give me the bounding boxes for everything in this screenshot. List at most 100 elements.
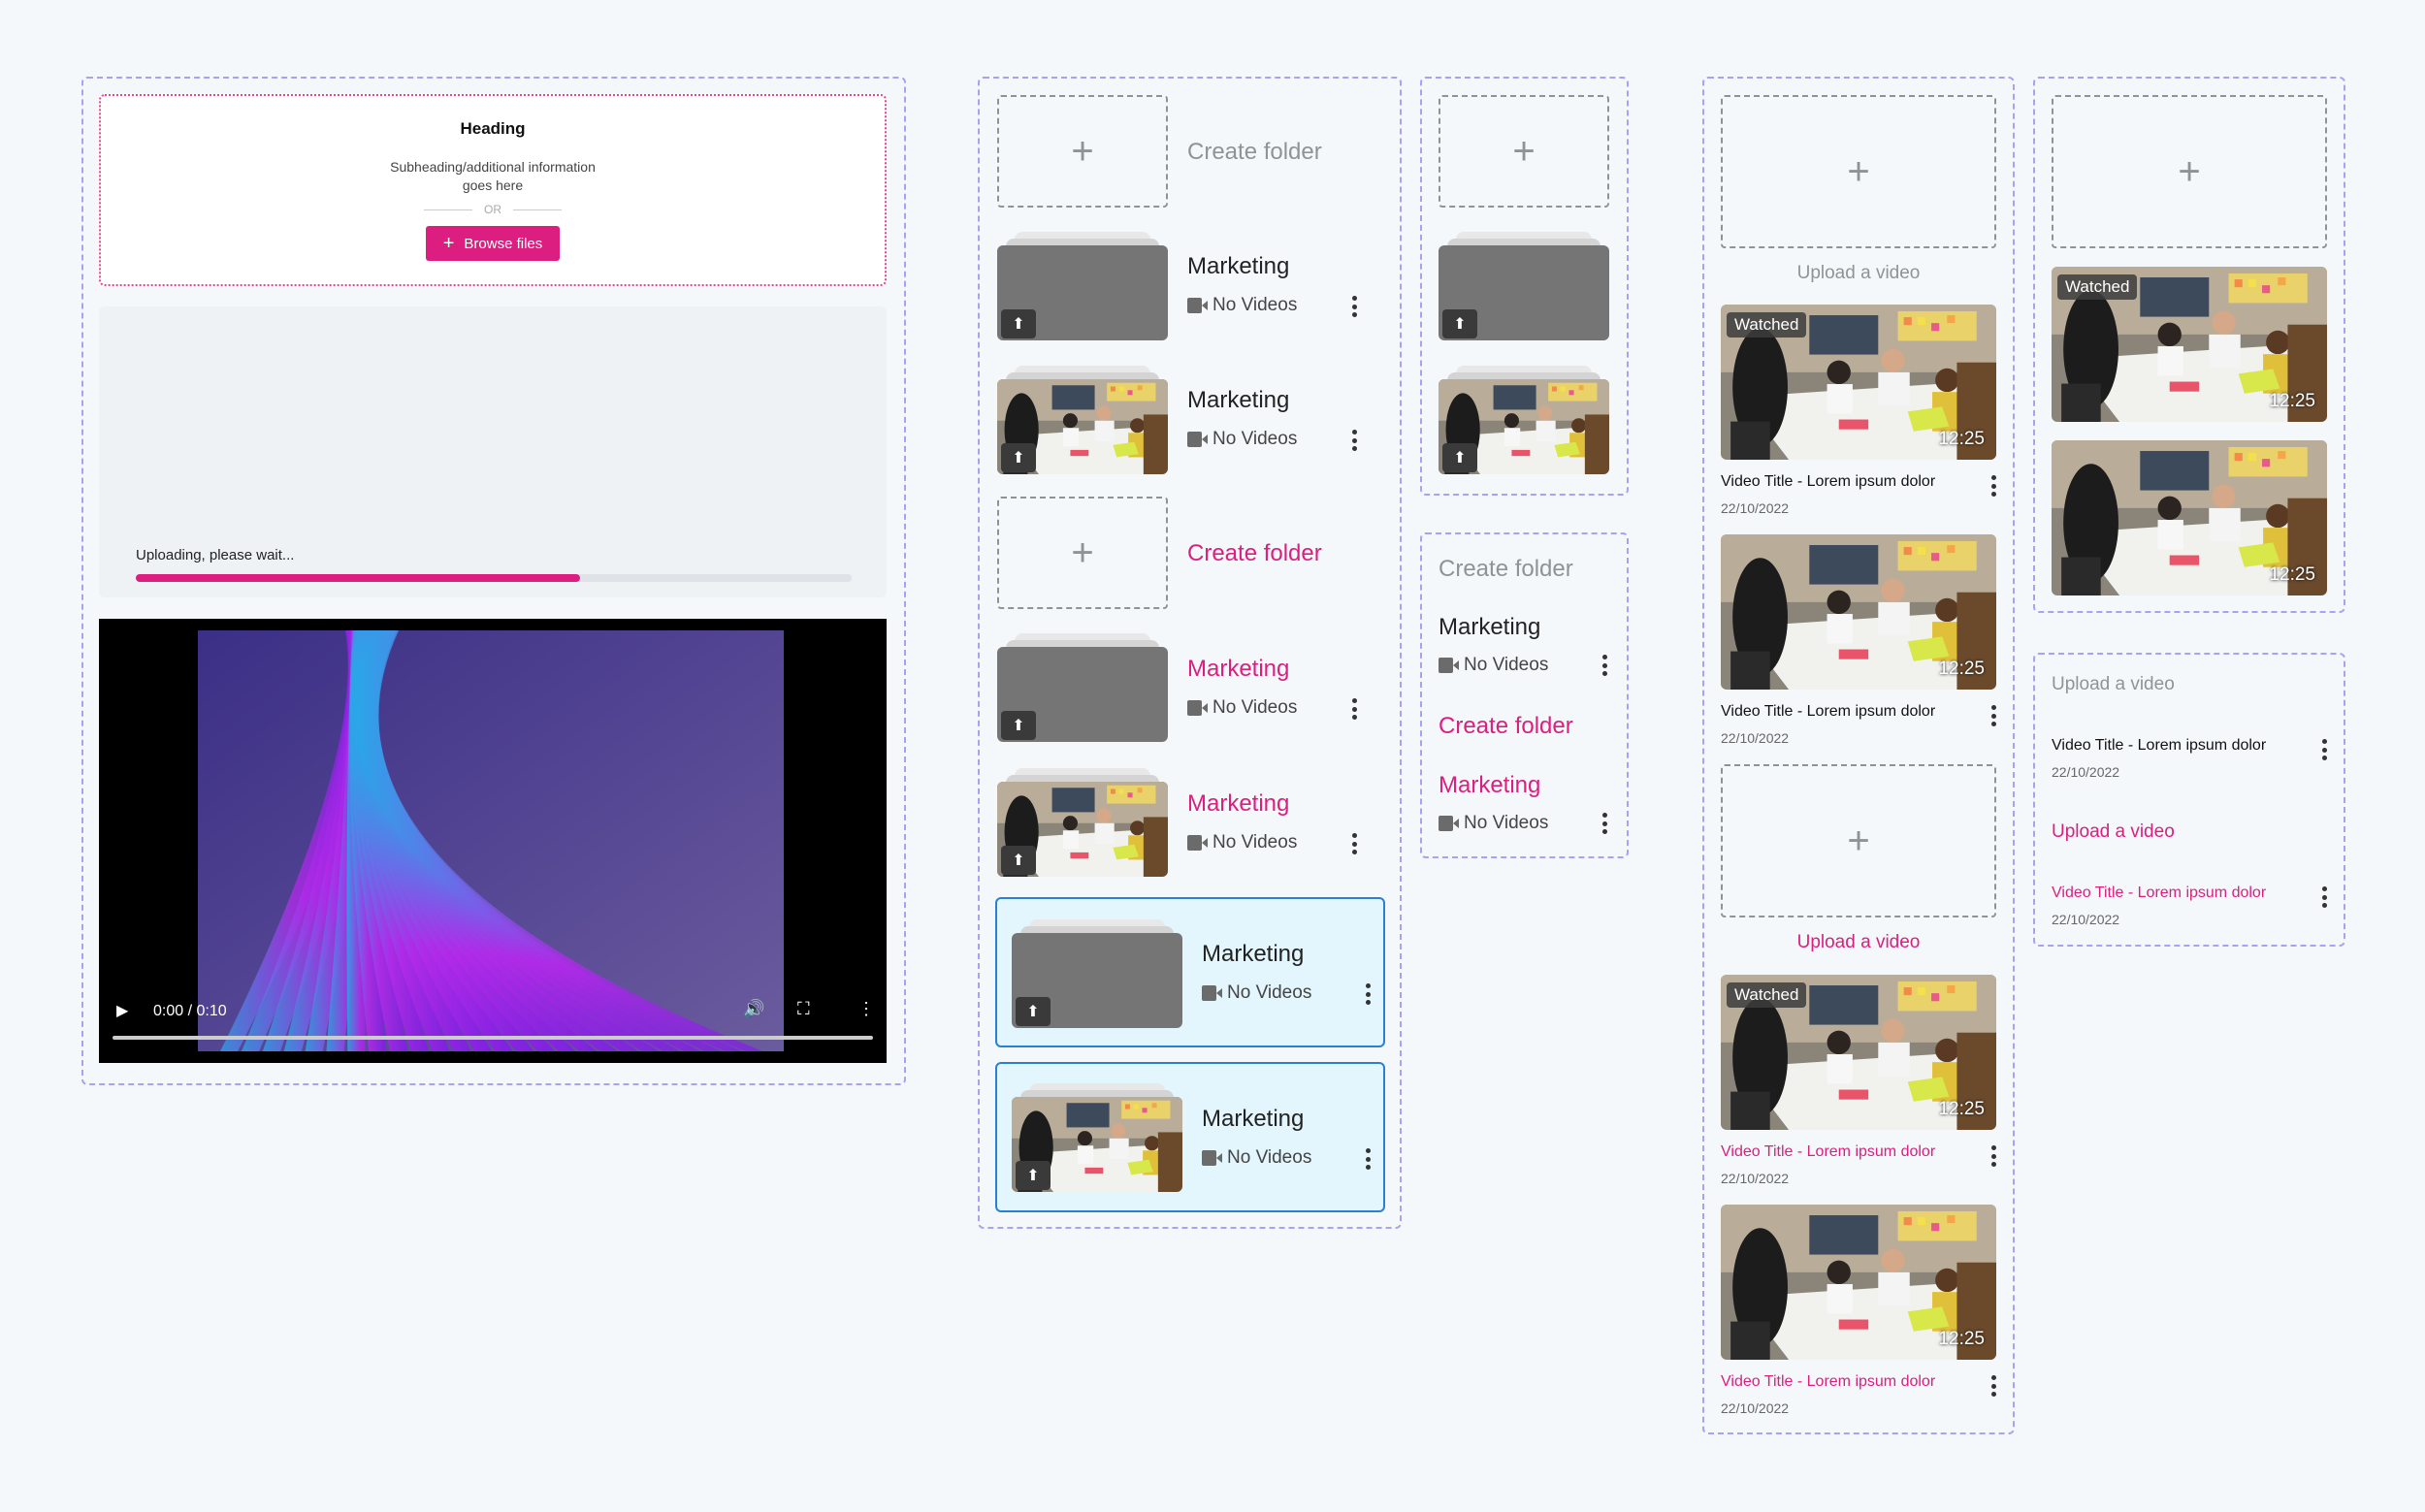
folder-menu-icon[interactable] bbox=[1598, 811, 1611, 836]
folder-title: Marketing bbox=[1187, 656, 1290, 682]
upload-progress-bar bbox=[136, 574, 852, 582]
video-title[interactable]: Video Title - Lorem ipsum dolor bbox=[1721, 1373, 1935, 1391]
play-icon[interactable]: ▶ bbox=[116, 1001, 128, 1020]
video-menu-icon[interactable] bbox=[1987, 703, 2000, 728]
video-menu-icon[interactable] bbox=[1987, 473, 2000, 499]
plus-icon: + bbox=[442, 233, 455, 254]
browse-files-button[interactable]: + Browse files bbox=[425, 226, 561, 261]
upload-icon[interactable]: ⬆ bbox=[1442, 443, 1477, 472]
upload-video-label[interactable]: Upload a video bbox=[1721, 263, 1996, 284]
video-title[interactable]: Video Title - Lorem ipsum dolor bbox=[2052, 885, 2266, 902]
folder-thumbnail[interactable]: ⬆ bbox=[997, 768, 1168, 879]
folder-thumbnail[interactable]: ⬆ bbox=[1439, 232, 1609, 342]
upload-video-label[interactable]: Upload a video bbox=[1721, 932, 1996, 953]
create-folder-label[interactable]: Create folder bbox=[1187, 540, 1322, 567]
video-thumbnail[interactable]: 12:25 bbox=[1721, 1205, 1996, 1360]
folder-menu-icon[interactable] bbox=[1347, 294, 1361, 319]
video-camera-icon bbox=[1439, 816, 1460, 831]
upload-video-label[interactable]: Upload a video bbox=[2052, 674, 2175, 695]
folder-title: Marketing bbox=[1439, 614, 1541, 640]
folder-title: Marketing bbox=[1202, 1106, 1305, 1132]
folder-meta: No Videos bbox=[1187, 697, 1297, 719]
video-menu-icon[interactable] bbox=[2317, 737, 2331, 762]
video-thumbnail[interactable]: 12:25 bbox=[2052, 440, 2327, 595]
video-duration: 12:25 bbox=[2269, 564, 2315, 585]
folder-thumbnail[interactable]: ⬆ bbox=[1012, 919, 1182, 1030]
folder-thumbnail[interactable]: ⬆ bbox=[1439, 366, 1609, 476]
upload-icon[interactable]: ⬆ bbox=[1001, 443, 1036, 472]
watched-badge: Watched bbox=[2057, 274, 2138, 300]
folder-menu-icon[interactable] bbox=[1347, 831, 1361, 856]
video-date: 22/10/2022 bbox=[1721, 730, 1790, 746]
create-folder-label[interactable]: Create folder bbox=[1187, 139, 1322, 166]
upload-icon[interactable]: ⬆ bbox=[1001, 711, 1036, 740]
video-thumbnail[interactable]: Watched 12:25 bbox=[1721, 975, 1996, 1130]
upload-progress-panel: Uploading, please wait... bbox=[99, 306, 887, 597]
volume-icon[interactable]: 🔊 bbox=[743, 999, 764, 1019]
upload-video-tile[interactable]: + bbox=[1721, 764, 1996, 917]
video-camera-icon bbox=[1187, 700, 1209, 716]
create-folder-tile[interactable]: + bbox=[1439, 95, 1609, 208]
folder-title: Marketing bbox=[1202, 941, 1305, 967]
upload-video-tile[interactable]: + bbox=[1721, 95, 1996, 248]
create-folder-label[interactable]: Create folder bbox=[1439, 556, 1573, 583]
video-menu-icon[interactable] bbox=[1987, 1143, 2000, 1169]
video-camera-icon bbox=[1202, 985, 1223, 1001]
create-folder-tile[interactable]: + bbox=[997, 497, 1168, 609]
folder-meta: No Videos bbox=[1202, 1147, 1311, 1169]
folder-menu-icon[interactable] bbox=[1347, 428, 1361, 453]
upload-icon[interactable]: ⬆ bbox=[1442, 309, 1477, 338]
file-dropzone[interactable]: Heading Subheading/additional informatio… bbox=[99, 94, 887, 286]
video-thumbnail[interactable]: Watched 12:25 bbox=[1721, 305, 1996, 460]
upload-progress-fill bbox=[136, 574, 580, 582]
folder-meta: No Videos bbox=[1187, 295, 1297, 316]
video-thumbnail[interactable]: 12:25 bbox=[1721, 534, 1996, 690]
upload-icon[interactable]: ⬆ bbox=[1001, 846, 1036, 875]
upload-icon[interactable]: ⬆ bbox=[1001, 309, 1036, 338]
video-player[interactable]: ▶ 0:00 / 0:10 🔊 ⛶ ⋮ bbox=[99, 619, 887, 1063]
video-duration: 12:25 bbox=[1938, 1329, 1985, 1349]
video-duration: 12:25 bbox=[1938, 659, 1985, 679]
folder-menu-icon[interactable] bbox=[1598, 653, 1611, 678]
video-title[interactable]: Video Title - Lorem ipsum dolor bbox=[1721, 473, 1935, 491]
video-title[interactable]: Video Title - Lorem ipsum dolor bbox=[1721, 703, 1935, 721]
more-options-icon[interactable]: ⋮ bbox=[857, 999, 875, 1019]
browse-files-label: Browse files bbox=[464, 235, 543, 252]
create-folder-label[interactable]: Create folder bbox=[1439, 713, 1573, 740]
video-text-frame bbox=[2033, 653, 2345, 947]
folder-thumbnail[interactable]: ⬆ bbox=[1012, 1083, 1182, 1194]
folder-menu-icon[interactable] bbox=[1361, 1146, 1374, 1172]
video-thumbnail[interactable]: Watched 12:25 bbox=[2052, 267, 2327, 422]
video-title[interactable]: Video Title - Lorem ipsum dolor bbox=[2052, 737, 2266, 755]
dropzone-heading: Heading bbox=[460, 119, 526, 138]
video-camera-icon bbox=[1187, 432, 1209, 447]
dropzone-divider: OR bbox=[101, 203, 885, 216]
folder-menu-icon[interactable] bbox=[1347, 696, 1361, 722]
folder-menu-icon[interactable] bbox=[1361, 981, 1374, 1007]
video-camera-icon bbox=[1439, 658, 1460, 673]
video-date: 22/10/2022 bbox=[2052, 764, 2120, 780]
folder-title: Marketing bbox=[1187, 790, 1290, 817]
dropzone-subheading: Subheading/additional information goes h… bbox=[390, 159, 596, 193]
upload-video-tile[interactable]: + bbox=[2052, 95, 2327, 248]
watched-badge: Watched bbox=[1727, 312, 1807, 338]
folder-thumbnail[interactable]: ⬆ bbox=[997, 232, 1168, 342]
video-frame bbox=[198, 630, 784, 1051]
folder-meta: No Videos bbox=[1202, 982, 1311, 1004]
folder-thumbnail[interactable]: ⬆ bbox=[997, 366, 1168, 476]
fullscreen-icon[interactable]: ⛶ bbox=[797, 999, 810, 1019]
video-date: 22/10/2022 bbox=[1721, 1400, 1790, 1416]
create-folder-tile[interactable]: + bbox=[997, 95, 1168, 208]
video-menu-icon[interactable] bbox=[1987, 1373, 2000, 1399]
upload-icon[interactable]: ⬆ bbox=[1016, 997, 1051, 1026]
or-label: OR bbox=[484, 203, 501, 216]
folder-meta: No Videos bbox=[1439, 813, 1548, 834]
upload-video-label[interactable]: Upload a video bbox=[2052, 821, 2175, 843]
video-seek-bar[interactable] bbox=[113, 1036, 873, 1040]
video-menu-icon[interactable] bbox=[2317, 885, 2331, 910]
video-camera-icon bbox=[1187, 298, 1209, 313]
upload-icon[interactable]: ⬆ bbox=[1016, 1161, 1051, 1190]
video-time: 0:00 / 0:10 bbox=[153, 1003, 227, 1019]
video-title[interactable]: Video Title - Lorem ipsum dolor bbox=[1721, 1143, 1935, 1161]
folder-thumbnail[interactable]: ⬆ bbox=[997, 633, 1168, 744]
